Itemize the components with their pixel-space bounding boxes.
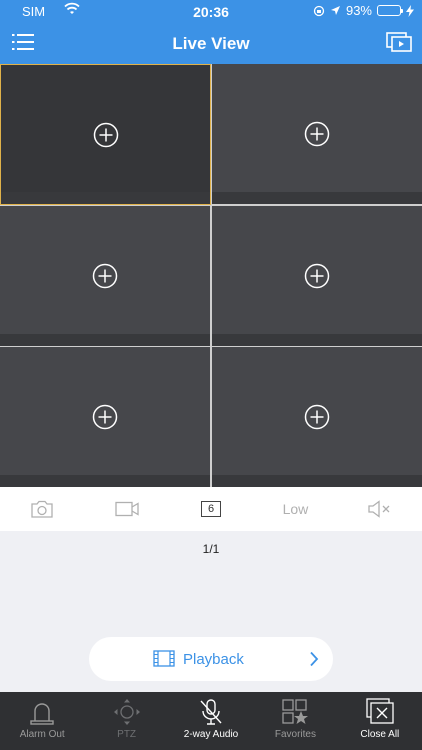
- video-cell-footer: [0, 334, 210, 346]
- video-record-icon: [114, 501, 139, 517]
- playback-label: Playback: [183, 651, 244, 668]
- tab-label: Favorites: [274, 729, 316, 740]
- add-camera-icon[interactable]: [304, 404, 330, 430]
- close-all-icon: [366, 698, 394, 724]
- tab-two-way-audio[interactable]: 2-way Audio: [169, 692, 253, 750]
- tab-label: Alarm Out: [19, 729, 65, 740]
- alarm-light-icon: [30, 703, 54, 725]
- page-title: Live View: [172, 34, 250, 53]
- video-cell-2[interactable]: [212, 64, 422, 204]
- video-cell-footer: [212, 475, 422, 487]
- add-camera-icon[interactable]: [92, 404, 118, 430]
- video-cell-1[interactable]: [0, 64, 211, 205]
- rotation-lock-icon: [313, 5, 325, 16]
- tab-label: 2-way Audio: [183, 729, 239, 740]
- add-camera-icon[interactable]: [304, 121, 330, 147]
- tab-alarm-out[interactable]: Alarm Out: [0, 692, 84, 750]
- video-grid: [0, 64, 422, 487]
- header: SIM 20:36 93% Live View: [0, 0, 422, 64]
- add-camera-icon[interactable]: [93, 122, 119, 148]
- bottom-tab-bar: Alarm Out PTZ 2-way Audio Favorites Clos…: [0, 692, 422, 750]
- speaker-muted-icon: [368, 500, 390, 518]
- location-icon: [330, 6, 340, 15]
- favorites-icon: [282, 699, 309, 724]
- video-cell-footer: [0, 475, 210, 487]
- page-indicator: 1/1: [202, 542, 220, 556]
- split-screen-button[interactable]: 6: [169, 487, 253, 531]
- tab-favorites[interactable]: Favorites: [253, 692, 337, 750]
- video-cell-footer: [212, 334, 422, 346]
- video-cell-footer: [212, 192, 422, 204]
- tab-ptz[interactable]: PTZ: [84, 692, 168, 750]
- video-cell-6[interactable]: [212, 347, 422, 487]
- chevron-right-icon: [310, 651, 319, 667]
- record-button[interactable]: [84, 487, 168, 531]
- status-bar: SIM 20:36 93%: [0, 0, 422, 22]
- quality-button[interactable]: Low: [253, 487, 337, 531]
- split-count: 6: [201, 501, 222, 517]
- tab-close-all[interactable]: Close All: [338, 692, 422, 750]
- multi-screen-icon: [386, 32, 412, 52]
- battery-percent: 93%: [345, 3, 372, 18]
- video-cell-4[interactable]: [212, 206, 422, 346]
- video-cell-footer: [1, 192, 210, 204]
- video-cell-3[interactable]: [0, 206, 210, 346]
- video-cell-5[interactable]: [0, 347, 210, 487]
- quality-label: Low: [282, 501, 309, 517]
- battery-icon: [377, 5, 403, 16]
- tab-label: PTZ: [117, 729, 137, 740]
- add-camera-icon[interactable]: [92, 263, 118, 289]
- mute-button[interactable]: [338, 487, 422, 531]
- add-camera-icon[interactable]: [304, 263, 330, 289]
- live-toolbar: 6 Low: [0, 487, 422, 531]
- snapshot-button[interactable]: [0, 487, 84, 531]
- camera-icon: [31, 500, 53, 518]
- ptz-icon: [113, 699, 140, 725]
- film-icon: [153, 650, 175, 667]
- multi-screen-button[interactable]: [386, 32, 412, 52]
- playback-button[interactable]: Playback: [89, 637, 333, 681]
- charging-icon: [406, 4, 414, 17]
- mic-muted-icon: [200, 699, 222, 725]
- tab-label: Close All: [360, 729, 400, 740]
- status-right: 93%: [313, 3, 414, 18]
